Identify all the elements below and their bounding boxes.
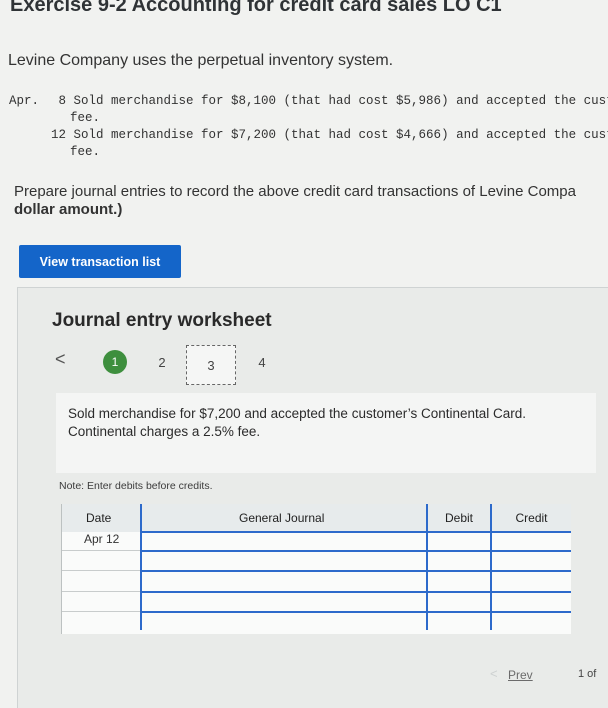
instructions-line-2: dollar amount.) bbox=[14, 201, 123, 218]
step-4-tab[interactable]: 4 bbox=[250, 350, 274, 374]
row-divider bbox=[62, 570, 140, 571]
transaction-line-1: 8 Sold merchandise for $8,100 (that had … bbox=[51, 94, 608, 108]
note-text: Note: Enter debits before credits. bbox=[59, 480, 213, 492]
exercise-title: Exercise 9-2 Accounting for credit card … bbox=[10, 0, 502, 16]
instructions-line-1: Prepare journal entries to record the ab… bbox=[14, 183, 576, 200]
row-divider bbox=[140, 611, 571, 613]
transaction-description: Sold merchandise for $7,200 and accepted… bbox=[68, 405, 526, 441]
row-divider bbox=[62, 550, 140, 551]
row-1-date: Apr 12 bbox=[84, 532, 120, 546]
transaction-line-2-cont: fee. bbox=[70, 145, 101, 159]
transaction-line-2: 12 Sold merchandise for $7,200 (that had… bbox=[51, 128, 608, 142]
general-journal-input[interactable] bbox=[143, 533, 425, 549]
row-divider bbox=[140, 570, 571, 572]
prev-chevron-icon: < bbox=[490, 666, 498, 681]
row-divider bbox=[140, 591, 571, 593]
description-line-2: Continental charges a 2.5% fee. bbox=[68, 424, 261, 439]
step-3-tab[interactable]: 3 bbox=[186, 345, 236, 385]
transaction-month: Apr. bbox=[9, 94, 40, 108]
step-1-tab[interactable]: 1 bbox=[103, 350, 127, 374]
page-indicator: 1 of bbox=[578, 668, 597, 680]
row-divider bbox=[62, 591, 140, 592]
view-transaction-list-button[interactable]: View transaction list bbox=[19, 245, 181, 278]
prev-button[interactable]: Prev bbox=[508, 668, 533, 682]
worksheet-panel bbox=[17, 287, 608, 708]
step-2-tab[interactable]: 2 bbox=[150, 350, 174, 374]
column-header-debit: Debit bbox=[428, 504, 490, 532]
description-line-1: Sold merchandise for $7,200 and accepted… bbox=[68, 406, 527, 421]
credit-input[interactable] bbox=[493, 533, 570, 549]
column-header-credit: Credit bbox=[492, 504, 571, 532]
row-divider bbox=[140, 550, 571, 552]
row-divider bbox=[62, 611, 140, 612]
prev-step-chevron-icon[interactable]: < bbox=[55, 349, 69, 369]
column-header-date: Date bbox=[62, 504, 140, 532]
column-header-general-journal: General Journal bbox=[142, 504, 426, 532]
intro-text: Levine Company uses the perpetual invent… bbox=[8, 52, 394, 69]
transaction-line-1-cont: fee. bbox=[70, 111, 101, 125]
worksheet-title: Journal entry worksheet bbox=[52, 310, 272, 331]
debit-input[interactable] bbox=[429, 533, 489, 549]
instructions: Prepare journal entries to record the ab… bbox=[14, 183, 576, 219]
